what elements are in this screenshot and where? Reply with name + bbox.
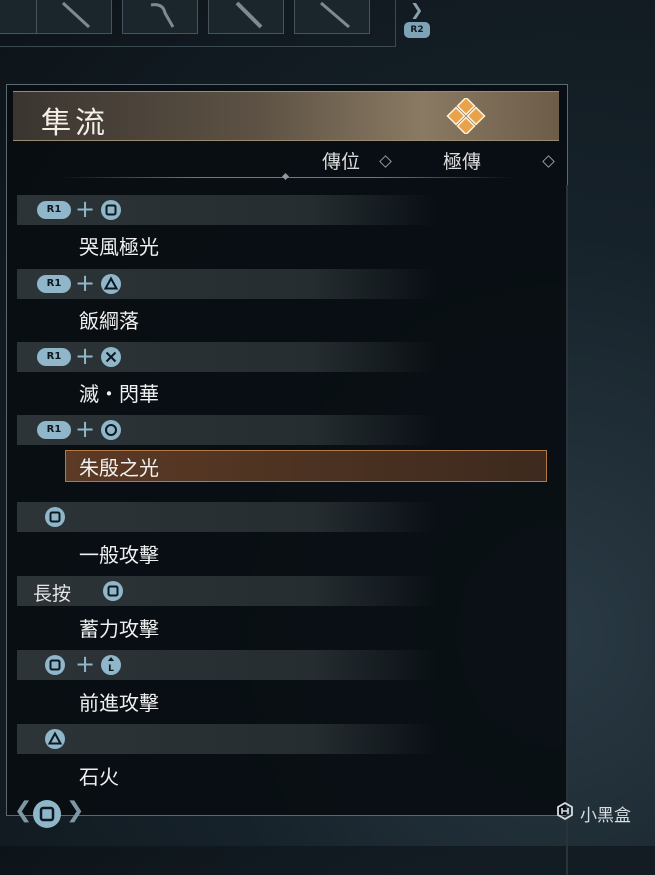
circle-button-icon bbox=[101, 420, 121, 440]
move-name[interactable]: 一般攻擊 bbox=[79, 539, 159, 568]
hammer-icon bbox=[61, 1, 91, 29]
hold-label: 長按 bbox=[33, 583, 72, 605]
plus-icon: + bbox=[75, 650, 96, 678]
panel-title: 隼流 bbox=[41, 106, 109, 141]
r2-button-badge[interactable]: R2 bbox=[404, 22, 430, 38]
r1-button-icon: R1 bbox=[37, 201, 71, 219]
move-name[interactable]: 滅・閃華 bbox=[79, 378, 159, 407]
square-button-icon bbox=[103, 581, 123, 601]
katana-icon bbox=[320, 1, 350, 29]
move-name-selected[interactable]: 朱殷之光 bbox=[79, 452, 159, 481]
move-name[interactable]: 石火 bbox=[79, 761, 119, 790]
move-input-row: R1 + bbox=[17, 195, 437, 225]
left-stick-up-icon: L bbox=[101, 655, 121, 675]
weapon-slot-bar bbox=[0, 0, 396, 47]
move-name[interactable]: 哭風極光 bbox=[79, 231, 159, 260]
triangle-button-icon bbox=[101, 274, 121, 294]
triangle-button-icon bbox=[45, 729, 65, 749]
cross-button-icon bbox=[101, 347, 121, 367]
square-button-icon bbox=[45, 507, 65, 527]
square-button-icon bbox=[45, 655, 65, 675]
move-input-row bbox=[17, 502, 437, 532]
diamond-icon bbox=[379, 155, 392, 168]
plus-icon: + bbox=[75, 415, 96, 443]
move-name[interactable]: 前進攻擊 bbox=[79, 687, 159, 716]
plus-icon: + bbox=[75, 269, 96, 297]
move-input-row: R1 + bbox=[17, 415, 437, 445]
column-header-inherit: 傳位 bbox=[322, 151, 361, 173]
skill-list-panel: 隼流 傳位 極傳 R1 + 哭風極光 R1 + 飯綱落 R1 + 滅・閃華 R1… bbox=[6, 84, 568, 875]
plus-icon: + bbox=[75, 342, 96, 370]
diamond-icon bbox=[542, 155, 555, 168]
move-name[interactable]: 蓄力攻擊 bbox=[79, 613, 159, 642]
chevron-right-icon: ❯ bbox=[410, 0, 424, 19]
chevron-right-icon[interactable]: ❯ bbox=[66, 798, 84, 823]
plus-icon: + bbox=[75, 195, 96, 223]
r1-button-icon: R1 bbox=[37, 348, 71, 366]
scrollbar-track[interactable] bbox=[566, 185, 568, 875]
move-input-row: R1 + bbox=[17, 342, 437, 372]
weapon-slot-5[interactable] bbox=[294, 0, 370, 34]
weapon-slot-2[interactable] bbox=[36, 0, 112, 34]
square-button-icon bbox=[101, 200, 121, 220]
watermark-text: 小黑盒 bbox=[580, 806, 631, 826]
column-header-ultimate: 極傳 bbox=[443, 151, 482, 173]
square-button-icon[interactable] bbox=[33, 800, 61, 828]
diamond-emblem-icon bbox=[446, 98, 486, 134]
xiaoheihe-logo-icon bbox=[557, 802, 573, 820]
style-title-bar: 隼流 bbox=[13, 91, 559, 141]
chevron-left-icon[interactable]: ❮ bbox=[14, 798, 32, 823]
divider-dot bbox=[281, 172, 290, 181]
move-name[interactable]: 飯綱落 bbox=[79, 305, 139, 334]
move-input-row bbox=[17, 724, 437, 754]
kusarigama-icon bbox=[150, 3, 175, 28]
blade-icon bbox=[235, 1, 263, 29]
move-input-row: 長按 bbox=[17, 576, 437, 606]
weapon-slot-3[interactable] bbox=[122, 0, 198, 34]
weapon-slot-4[interactable] bbox=[208, 0, 284, 34]
move-input-row: + L bbox=[17, 650, 437, 680]
r1-button-icon: R1 bbox=[37, 421, 71, 439]
svg-text:L: L bbox=[108, 664, 114, 674]
move-input-row: R1 + bbox=[17, 269, 437, 299]
r1-button-icon: R1 bbox=[37, 275, 71, 293]
